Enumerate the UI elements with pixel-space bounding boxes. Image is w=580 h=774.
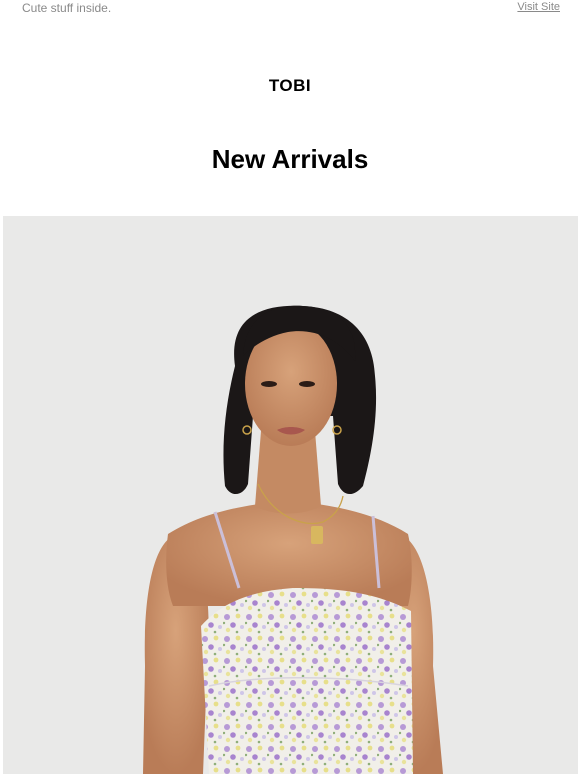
brand-logo[interactable]: TOBI — [0, 76, 580, 96]
page-headline: New Arrivals — [211, 144, 369, 174]
preheader: Cute stuff inside. Visit Site — [0, 0, 580, 18]
hero-image[interactable] — [3, 216, 578, 774]
model-photo-illustration — [3, 216, 578, 774]
preheader-text: Cute stuff inside. — [22, 1, 112, 15]
visit-site-link[interactable]: Visit Site — [517, 1, 560, 13]
